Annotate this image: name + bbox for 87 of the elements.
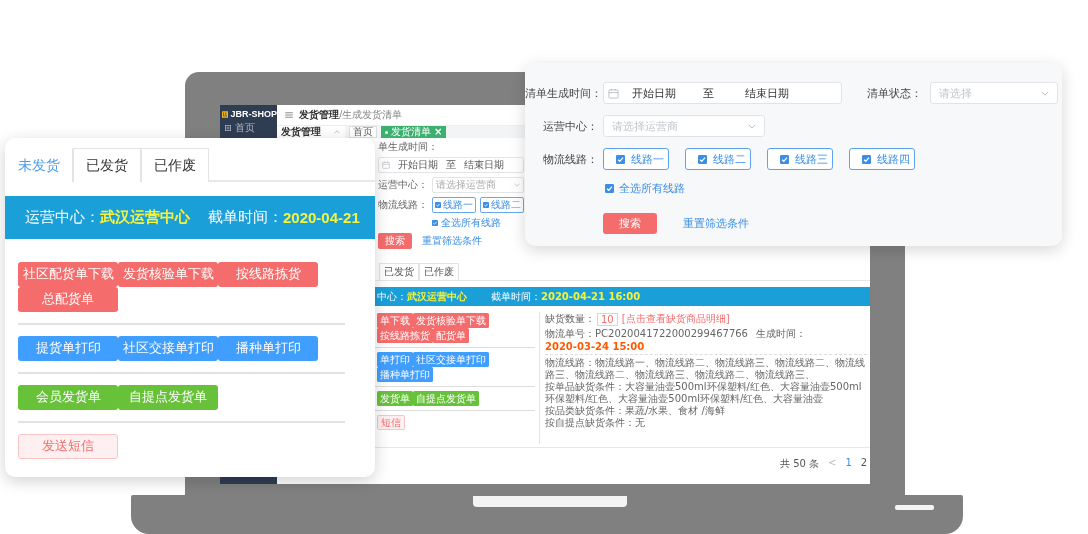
select-all-option[interactable]: 全选所有线路 <box>603 181 685 196</box>
action-button[interactable]: 单打印 <box>377 352 413 367</box>
action-button[interactable]: 自提点发货单 <box>413 391 479 406</box>
prev-page[interactable]: < <box>828 457 837 471</box>
banner-value: 武汉运营中心 <box>100 208 190 227</box>
menu-group[interactable]: 发货管理 <box>277 126 345 138</box>
caret-icon <box>334 130 340 134</box>
banner-label: 截单时间： <box>491 289 541 304</box>
banner-label: 截单时间： <box>208 208 283 227</box>
app-name: JBR-SHOP <box>230 109 277 119</box>
calendar-icon <box>608 87 619 99</box>
field-label: 单生成时间： <box>378 141 438 153</box>
banner-label: 运营中心： <box>25 208 100 227</box>
field-label: 运营中心： <box>542 118 598 134</box>
route-option[interactable]: 线路三 <box>767 148 833 170</box>
banner-value: 2020-04-21 16:00 <box>541 291 641 302</box>
action-button[interactable]: 配货单 <box>433 328 469 343</box>
field-label: 清单生成时间： <box>525 85 598 101</box>
reset-link[interactable]: 重置筛选条件 <box>422 235 482 247</box>
select-all-option[interactable]: 全选所有线路 <box>432 217 501 229</box>
action-button[interactable]: 自提点发货单 <box>118 385 218 410</box>
banner-value: 2020-04-21 <box>283 209 360 226</box>
detail-text: 按单品缺货条件：大容量油壶500ml环保塑料/红色、大容量油壶500ml环保塑料/红色、大容量油壶500ml环保塑料/红色、大容量油壶 <box>545 381 863 405</box>
page-tab[interactable]: 首页 <box>349 126 377 138</box>
reset-link[interactable]: 重置筛选条件 <box>683 216 749 231</box>
action-button[interactable]: 播种单打印 <box>218 336 318 361</box>
search-button[interactable]: 搜索 <box>378 233 412 249</box>
action-button[interactable]: 社区配货单下载 <box>18 262 118 287</box>
detail-label: 缺货数量： <box>545 312 595 326</box>
caret-icon <box>748 123 756 129</box>
route-option[interactable]: 线路二 <box>480 197 524 213</box>
banner-value: 武汉运营中心 <box>407 289 467 304</box>
total-count: 共 50 条 <box>780 457 820 471</box>
page-tab[interactable]: 发货清单 × <box>381 126 447 138</box>
home-icon <box>225 125 231 131</box>
status-tab[interactable]: 已发货 <box>73 148 141 182</box>
action-button[interactable]: 发货核验单下载 <box>413 313 489 328</box>
select-field[interactable]: 请选择运营商 <box>432 177 524 193</box>
action-button[interactable]: 按线路拣货 <box>377 328 433 343</box>
detail-label: 生成时间： <box>756 327 806 341</box>
date-range-field[interactable]: 开始日期 至 结束日期 <box>378 157 524 173</box>
route-option[interactable]: 线路二 <box>685 148 751 170</box>
action-button[interactable]: 提货单打印 <box>18 336 118 361</box>
menu-group-label: 发货管理 <box>281 126 321 138</box>
field-label: 清单状态： <box>866 85 922 101</box>
close-icon[interactable]: × <box>434 127 443 137</box>
route-option[interactable]: 线路一 <box>432 197 476 213</box>
calendar-icon <box>382 161 390 169</box>
breadcrumb-page: /生成发货清单 <box>339 108 403 122</box>
action-button[interactable]: 单下载 <box>377 313 413 328</box>
action-button[interactable]: 总配货单 <box>18 287 118 312</box>
breadcrumb-section[interactable]: 发货管理 <box>299 108 339 122</box>
action-button[interactable]: 社区交接单打印 <box>118 336 218 361</box>
count-field: 10 <box>597 312 618 326</box>
caret-icon <box>1041 90 1049 96</box>
action-button[interactable]: 短信 <box>377 415 405 430</box>
action-button[interactable]: 按线路拣货 <box>218 262 318 287</box>
field-label: 物流线路： <box>378 199 428 211</box>
detail-text: 按自提点缺货条件：无 <box>545 417 646 429</box>
field-label: 物流线路： <box>542 151 598 167</box>
status-tab[interactable]: 已发货 <box>379 263 419 280</box>
sidebar-item[interactable]: 首页 <box>220 120 255 134</box>
action-button[interactable]: 社区交接单打印 <box>413 352 489 367</box>
status-tab[interactable]: 已作废 <box>419 263 459 280</box>
page-number[interactable]: 2 <box>860 457 868 471</box>
search-button[interactable]: 搜索 <box>603 213 657 234</box>
action-button[interactable]: 发货单 <box>377 391 413 406</box>
action-button[interactable]: 发送短信 <box>18 434 118 459</box>
detail-link[interactable]: [点击查看缺货商品明细] <box>621 312 730 326</box>
route-option[interactable]: 线路四 <box>849 148 915 170</box>
caret-icon <box>514 183 520 187</box>
indicator-light <box>895 505 934 510</box>
created-time: 2020-03-24 15:00 <box>545 341 645 352</box>
action-button[interactable]: 会员发货单 <box>18 385 118 410</box>
page-number[interactable]: 1 <box>845 457 852 471</box>
field-label: 运营中心： <box>378 179 428 191</box>
detail-text: 按品类缺货条件：果蔬/水果、食材 /海鲜 <box>545 405 726 417</box>
menu-icon <box>285 112 293 118</box>
action-button[interactable]: 播种单打印 <box>377 367 433 382</box>
detail-text: 物流线路：物流线路一、物流线路二、物流线路三、物流线路二、物流线路三、物流线路二、物流线路三、物流线路二、物流线路三、 <box>545 357 866 381</box>
tracking-number: 物流单号：PC2020041722000299467766 <box>545 327 748 341</box>
banner-label: 中心： <box>377 289 407 304</box>
status-tab[interactable]: 未发货 <box>5 148 73 182</box>
date-range-field[interactable]: 开始日期 至 结束日期 <box>603 82 842 104</box>
status-tab[interactable]: 已作废 <box>141 148 209 182</box>
action-button[interactable]: 发货核验单下载 <box>118 262 218 287</box>
route-option[interactable]: 线路一 <box>603 148 669 170</box>
